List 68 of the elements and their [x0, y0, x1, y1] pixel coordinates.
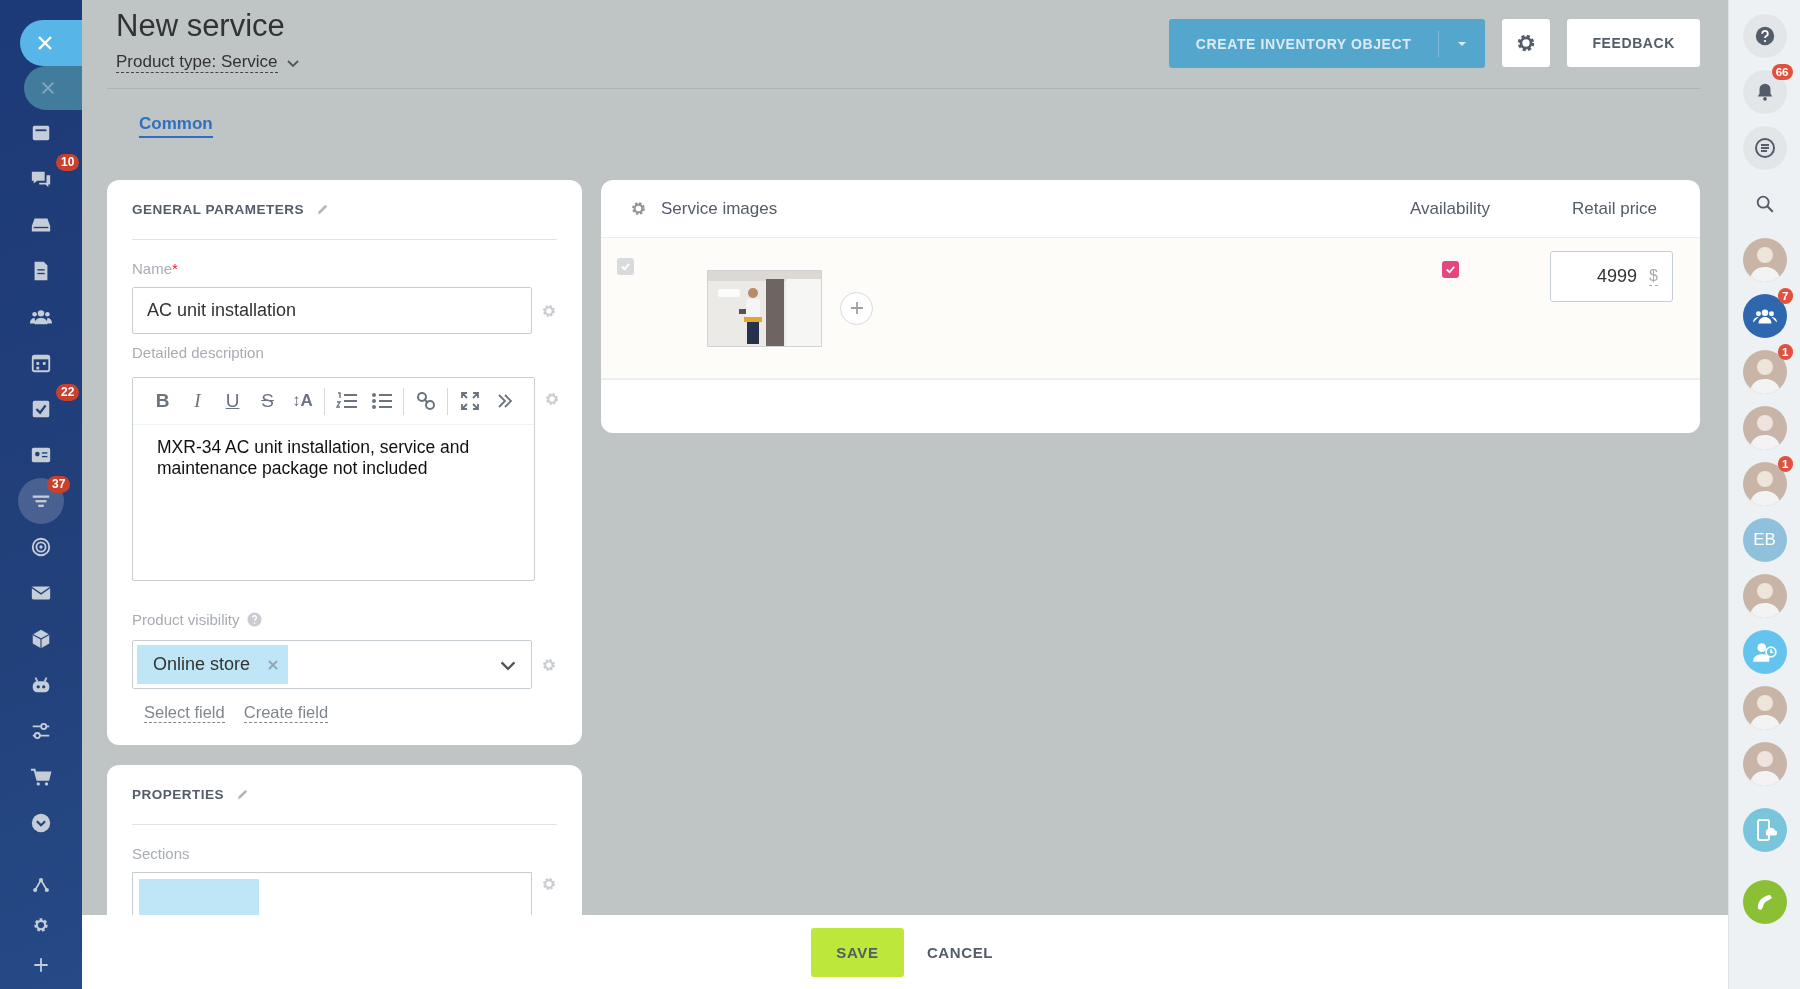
visibility-select[interactable]: Online store [132, 640, 533, 689]
checkbox-icon [30, 398, 52, 420]
close-icon [40, 80, 56, 96]
sliders-icon [30, 720, 52, 742]
notification-badge: 1 [1778, 344, 1793, 360]
group-chat-button[interactable] [1742, 294, 1787, 338]
settings-icon[interactable] [630, 200, 647, 217]
avatar[interactable] [1742, 462, 1787, 506]
field-label: Sections [132, 845, 191, 862]
check-icon [620, 261, 631, 272]
notification-badge: 10 [56, 154, 80, 171]
notification-badge: 66 [1771, 64, 1793, 80]
network-icon [31, 875, 51, 895]
column-header: Service images [661, 198, 779, 219]
plus-icon [31, 955, 51, 975]
column-header: Retail price [1571, 198, 1659, 219]
create-field-link[interactable]: Create field [243, 703, 329, 723]
name-input[interactable]: AC unit installation [132, 287, 533, 334]
chat-list-icon [1752, 136, 1777, 160]
check-icon [1444, 264, 1456, 275]
double-chevron-icon [495, 392, 514, 410]
section-title: GENERAL PARAMETERS [132, 202, 304, 217]
help-button[interactable] [1742, 14, 1787, 58]
close-button[interactable] [20, 20, 82, 66]
settings-button[interactable] [1502, 19, 1551, 67]
calendar-icon [30, 352, 52, 374]
link-icon [414, 390, 437, 412]
tag-label: Online store [153, 654, 251, 675]
notification-badge: 37 [47, 476, 71, 493]
section-title: PROPERTIES [132, 787, 225, 802]
cancel-button[interactable]: CANCEL [920, 942, 1000, 962]
page-title: New service [116, 8, 286, 44]
notification-badge: 7 [1778, 288, 1793, 304]
numbered-list-icon [335, 391, 358, 411]
cart-icon [30, 766, 52, 788]
add-image-button[interactable] [840, 291, 873, 325]
notification-badge: 1 [1778, 456, 1793, 472]
sidebar-item[interactable] [18, 478, 64, 524]
chevron-down-icon [30, 812, 52, 834]
field-label: Name* [132, 260, 179, 277]
help-icon [1753, 25, 1776, 47]
description-editor[interactable]: B I U S ↕A MXR-34 AC unit installation, service and maintenance package not included [132, 377, 535, 581]
messages-button[interactable] [1742, 126, 1787, 170]
bold-button[interactable]: B [145, 386, 180, 416]
italic-button[interactable]: I [180, 386, 215, 416]
column-header: Availability [1409, 198, 1491, 219]
feedback-button[interactable]: FEEDBACK [1567, 19, 1700, 67]
select-field-link[interactable]: Select field [144, 703, 225, 723]
fullscreen-icon [459, 391, 480, 411]
underline-button[interactable]: U [215, 386, 250, 416]
tab[interactable]: Common [139, 114, 213, 138]
save-button[interactable]: SAVE [810, 927, 904, 977]
description-text: MXR-34 AC unit installation, service and maintenance package not included [156, 436, 471, 480]
plus-icon [849, 301, 864, 315]
close-tab[interactable] [24, 66, 82, 110]
strikethrough-button[interactable]: S [250, 386, 285, 416]
avatar[interactable] [1742, 350, 1787, 394]
font-size-button[interactable]: ↕A [285, 386, 320, 416]
close-icon [36, 34, 54, 52]
box-icon [30, 628, 52, 650]
bullet-list-icon [370, 391, 393, 411]
caret-icon [1456, 39, 1469, 48]
field-label: Product visibility [132, 611, 240, 628]
field-label: Detailed description [132, 344, 265, 361]
target-icon [30, 536, 52, 558]
sections-field[interactable] [132, 872, 532, 915]
notification-badge: 22 [56, 384, 80, 401]
product-type-selector[interactable]: Product type: Service [116, 52, 278, 73]
